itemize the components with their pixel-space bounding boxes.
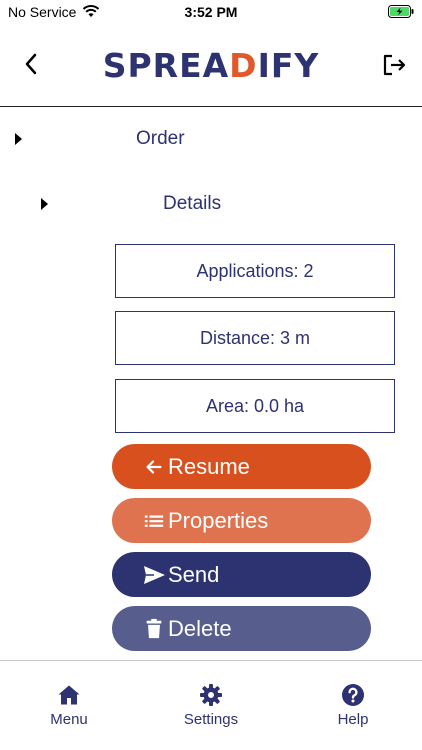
tab-settings-label: Settings <box>183 711 239 728</box>
status-bar: No Service 3:52 PM <box>0 0 422 24</box>
delete-button[interactable]: Delete <box>112 606 371 651</box>
properties-label: Properties <box>168 507 269 533</box>
caret-right-icon <box>41 198 48 210</box>
app-logo: SPREADIFY <box>0 46 422 85</box>
tab-bar: Menu Settings Help <box>0 660 422 750</box>
gear-icon <box>200 684 222 706</box>
tree-item-order[interactable]: Order <box>0 124 422 154</box>
tab-settings[interactable]: Settings <box>161 683 261 728</box>
list-icon <box>142 509 166 533</box>
tree-label-details: Details <box>163 193 222 214</box>
tab-help[interactable]: Help <box>303 683 403 728</box>
send-label: Send <box>168 561 220 587</box>
resume-button[interactable]: Resume <box>112 444 371 489</box>
arrow-left-icon <box>142 455 166 479</box>
app-header: SPREADIFY <box>0 24 422 107</box>
applications-box: Applications: 2 <box>115 244 395 298</box>
area-box: Area: 0.0 ha <box>115 379 395 433</box>
tree-item-details[interactable]: Details <box>0 189 422 219</box>
caret-right-icon <box>15 133 22 145</box>
delete-label: Delete <box>168 615 232 641</box>
logo-accent: D <box>229 46 258 85</box>
battery-charging-icon <box>388 5 414 18</box>
send-icon <box>142 563 166 587</box>
tab-menu-label: Menu <box>50 711 88 728</box>
tab-menu[interactable]: Menu <box>19 683 119 728</box>
home-icon <box>58 685 80 705</box>
send-button[interactable]: Send <box>112 552 371 597</box>
logo-suffix: IFY <box>257 46 320 85</box>
tree-label-order: Order <box>136 128 185 149</box>
properties-button[interactable]: Properties <box>112 498 371 543</box>
trash-icon <box>142 617 166 641</box>
status-time: 3:52 PM <box>184 4 238 20</box>
resume-label: Resume <box>168 453 250 479</box>
logout-icon[interactable] <box>382 53 408 77</box>
distance-box: Distance: 3 m <box>115 311 395 365</box>
help-icon <box>342 684 364 706</box>
logo-prefix: SPREA <box>102 46 230 85</box>
tab-help-label: Help <box>337 711 369 728</box>
